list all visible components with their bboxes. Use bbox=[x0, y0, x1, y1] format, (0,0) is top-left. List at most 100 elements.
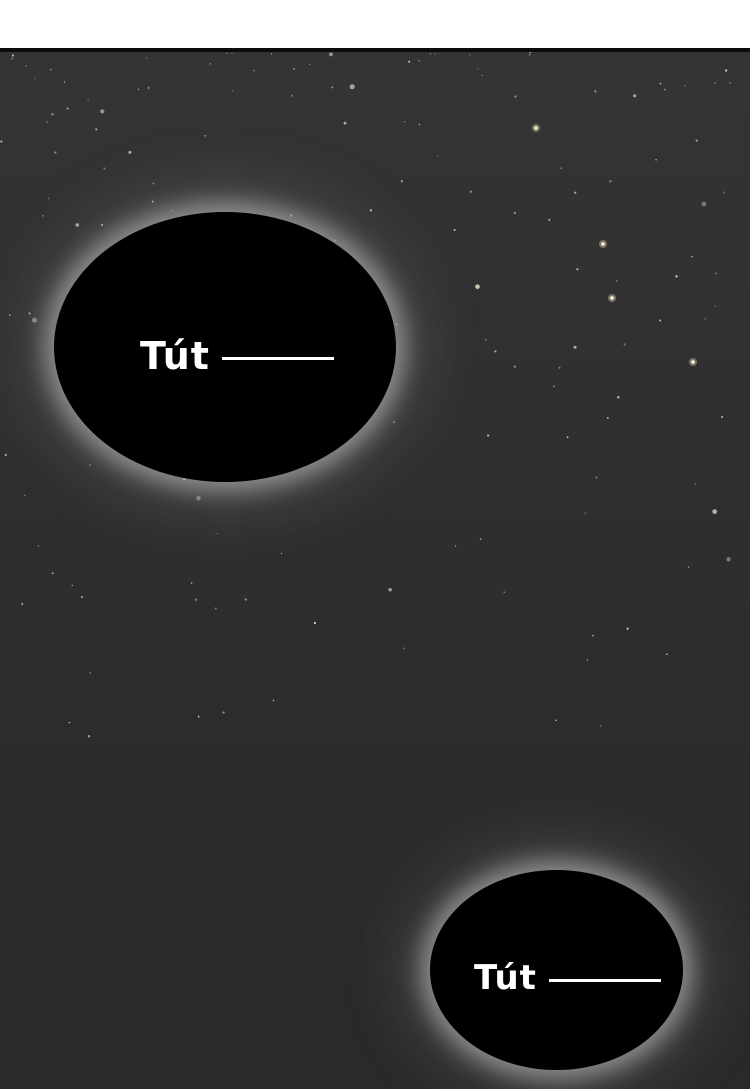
star bbox=[37, 545, 40, 547]
star bbox=[349, 84, 355, 90]
star bbox=[403, 121, 406, 123]
star bbox=[25, 65, 28, 67]
star bbox=[528, 53, 531, 56]
star bbox=[566, 436, 569, 439]
star bbox=[606, 417, 609, 419]
star bbox=[479, 538, 482, 540]
star bbox=[244, 598, 247, 601]
star bbox=[128, 150, 132, 154]
star bbox=[204, 134, 207, 137]
star bbox=[231, 52, 233, 54]
speech-bubble-2: Tút bbox=[430, 870, 683, 1070]
star bbox=[626, 627, 629, 630]
star bbox=[684, 84, 686, 87]
star bbox=[80, 596, 84, 599]
star bbox=[595, 476, 598, 479]
star bbox=[723, 191, 726, 194]
sfx-dash-1 bbox=[221, 356, 334, 360]
star bbox=[687, 566, 690, 568]
star bbox=[197, 715, 200, 718]
star bbox=[232, 90, 234, 92]
star bbox=[553, 385, 555, 388]
star bbox=[584, 512, 587, 515]
star bbox=[333, 239, 337, 242]
star bbox=[469, 190, 472, 193]
star bbox=[529, 52, 532, 54]
star bbox=[313, 621, 317, 625]
speech-bubble-1: Tút bbox=[54, 212, 396, 482]
star bbox=[51, 113, 54, 116]
star bbox=[331, 86, 334, 89]
star bbox=[714, 82, 716, 84]
star bbox=[558, 366, 561, 369]
star bbox=[151, 200, 154, 203]
top-white-margin bbox=[0, 0, 750, 48]
star bbox=[721, 416, 724, 418]
star bbox=[395, 323, 398, 326]
star bbox=[42, 215, 44, 217]
star bbox=[46, 121, 48, 123]
star bbox=[21, 602, 24, 606]
star bbox=[548, 218, 551, 221]
star bbox=[486, 434, 490, 437]
star bbox=[343, 121, 347, 125]
star bbox=[726, 557, 731, 562]
star bbox=[171, 209, 173, 212]
star bbox=[408, 60, 411, 63]
bright-star bbox=[610, 296, 614, 300]
star bbox=[47, 197, 50, 200]
star bbox=[573, 345, 577, 349]
star bbox=[594, 90, 597, 93]
star bbox=[101, 223, 104, 226]
star bbox=[308, 63, 311, 66]
star bbox=[574, 191, 577, 194]
star bbox=[586, 659, 588, 661]
star bbox=[145, 57, 148, 59]
star bbox=[555, 719, 557, 721]
star bbox=[23, 494, 26, 497]
star bbox=[454, 545, 457, 547]
sfx-text-2: Tút bbox=[474, 958, 537, 998]
star bbox=[190, 582, 193, 584]
star bbox=[434, 53, 437, 56]
star bbox=[665, 653, 668, 656]
star bbox=[659, 319, 662, 322]
sfx-dash-2 bbox=[548, 978, 661, 982]
star bbox=[664, 88, 666, 91]
star bbox=[226, 52, 228, 55]
star bbox=[418, 59, 421, 62]
star bbox=[388, 587, 392, 592]
star bbox=[34, 77, 36, 80]
night-sky-panel: Tút Tút bbox=[0, 48, 750, 1089]
star bbox=[724, 69, 728, 72]
star bbox=[429, 53, 432, 55]
star bbox=[196, 495, 201, 501]
star bbox=[68, 721, 71, 724]
star bbox=[290, 214, 293, 217]
star bbox=[712, 509, 718, 514]
star bbox=[400, 180, 403, 183]
star bbox=[89, 672, 92, 674]
star bbox=[11, 57, 14, 60]
star bbox=[28, 312, 31, 315]
star bbox=[66, 107, 69, 110]
star bbox=[100, 109, 105, 114]
star bbox=[293, 67, 296, 71]
star bbox=[576, 268, 579, 271]
star bbox=[591, 634, 594, 637]
star bbox=[393, 421, 396, 424]
star bbox=[475, 284, 480, 289]
star bbox=[402, 647, 405, 650]
star bbox=[695, 139, 698, 142]
star bbox=[453, 229, 456, 231]
star bbox=[214, 607, 217, 610]
star bbox=[95, 128, 98, 131]
star bbox=[600, 724, 602, 727]
star bbox=[704, 317, 706, 320]
star bbox=[514, 95, 517, 98]
star bbox=[222, 711, 225, 714]
bright-star bbox=[601, 242, 605, 246]
star bbox=[481, 74, 483, 77]
star bbox=[31, 317, 37, 323]
bright-star bbox=[691, 360, 695, 364]
